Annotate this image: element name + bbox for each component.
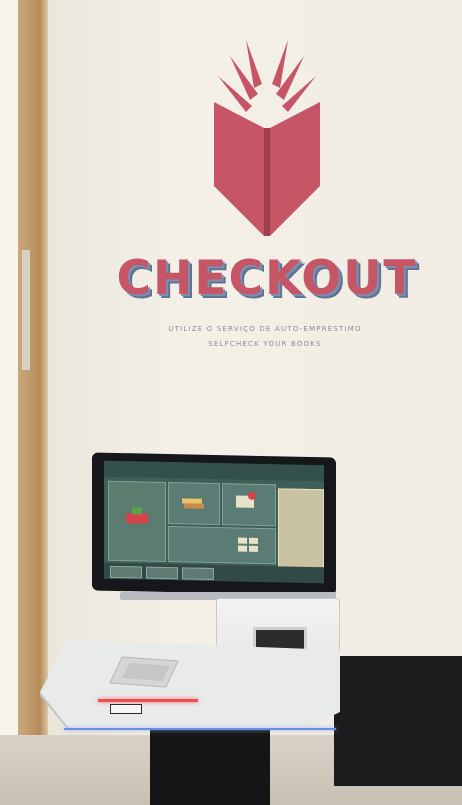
books-icon (182, 498, 204, 509)
photo-scene: CHECKOUT UTILIZE O SERVIÇO DE AUTO-EMPRÉ… (0, 0, 462, 805)
kiosk-pedestal (150, 730, 270, 805)
grid-icon (238, 537, 258, 552)
rfid-reader-pad[interactable] (108, 655, 180, 689)
kiosk-counter-top (40, 640, 340, 732)
footer-button[interactable] (146, 566, 178, 580)
card-icon (236, 491, 256, 508)
counter-sticker (110, 704, 142, 714)
wall-panel (22, 250, 30, 370)
book-left-cover (214, 102, 264, 236)
kiosk-monitor (92, 452, 336, 596)
book-page-ray (272, 40, 288, 88)
book-right-cover (270, 102, 320, 236)
basket-icon (126, 507, 148, 524)
checkout-title: CHECKOUT (116, 251, 418, 306)
footer-button[interactable] (182, 567, 214, 580)
screen-side-panel[interactable] (278, 488, 324, 576)
counter-edge-light (64, 728, 336, 730)
tagline-english: SELFCHECK YOUR BOOKS (208, 340, 322, 348)
screen-header (104, 460, 324, 482)
kiosk-touchscreen[interactable] (104, 460, 324, 584)
book-spine-shade (264, 128, 270, 236)
scanner-light (98, 699, 198, 702)
side-cabinet (334, 656, 462, 786)
book-page-ray (246, 40, 262, 88)
open-book-icon (214, 40, 320, 236)
tagline-portuguese: UTILIZE O SERVIÇO DE AUTO-EMPRÉSTIMO (168, 325, 362, 333)
footer-button[interactable] (110, 565, 142, 579)
screen-footer (104, 562, 324, 584)
